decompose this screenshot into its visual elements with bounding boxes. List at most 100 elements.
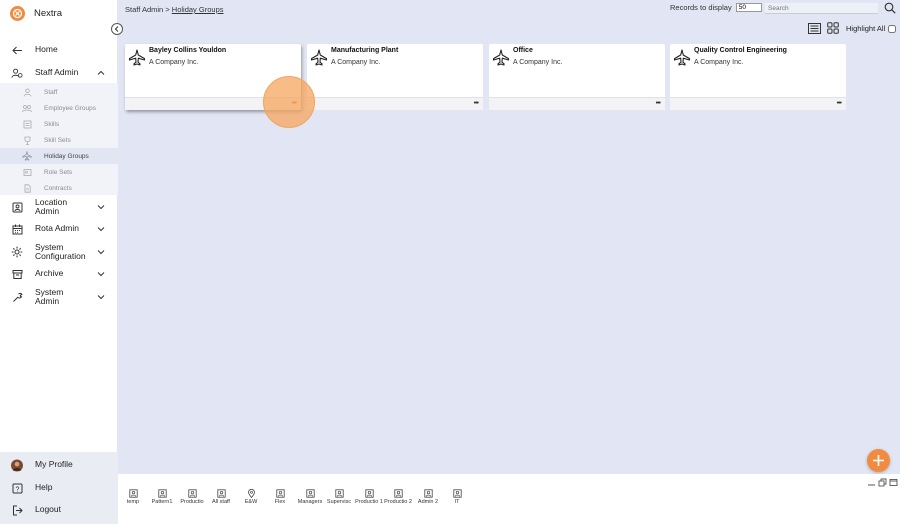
add-button[interactable]	[867, 449, 890, 472]
nav-rota-admin-label: Rota Admin	[35, 223, 79, 234]
nav-staff-admin-label: Staff Admin	[35, 67, 79, 78]
breadcrumb-current[interactable]: Holiday Groups	[172, 5, 224, 14]
pattern-label: Admin 2	[417, 499, 439, 505]
nav-my-profile-label: My Profile	[35, 459, 73, 470]
id-badge-icon	[216, 489, 226, 498]
pattern-item[interactable]: Supervisc	[324, 489, 354, 506]
pattern-item[interactable]: Productio 2	[383, 489, 413, 506]
highlight-all-label: Highlight All	[846, 24, 886, 33]
pattern-item[interactable]: Admin 2	[413, 489, 443, 506]
id-badge-icon	[452, 489, 462, 498]
pattern-label: Productio 1	[355, 499, 383, 505]
brand[interactable]: Nextra	[10, 5, 62, 21]
sub-item-staff[interactable]: Staff	[0, 84, 118, 100]
airplane-icon	[310, 49, 328, 66]
chevron-down-icon	[97, 295, 105, 300]
sub-item-employee-groups[interactable]: Employee Groups	[0, 100, 118, 116]
more-options-icon[interactable]: •••	[292, 100, 297, 108]
sub-item-skills[interactable]: Skills	[0, 116, 118, 132]
sub-item-label: Skill Sets	[44, 136, 71, 144]
nav-rota-admin[interactable]: Rota Admin	[0, 222, 118, 236]
minimize-icon[interactable]	[867, 478, 876, 487]
airplane-icon	[128, 49, 146, 66]
card-footer: •••	[670, 97, 846, 110]
search-icon[interactable]	[884, 2, 896, 14]
id-badge-icon	[423, 489, 433, 498]
people-icon	[11, 67, 23, 79]
pattern-item[interactable]: IT	[442, 489, 472, 506]
nav-my-profile[interactable]: My Profile	[0, 458, 118, 472]
holiday-group-card[interactable]: Quality Control Engineering A Company In…	[670, 44, 846, 110]
pattern-item[interactable]: All staff	[206, 489, 236, 506]
nav-logout[interactable]: Logout	[0, 503, 118, 517]
highlight-all[interactable]: Highlight All	[846, 24, 897, 33]
id-badge-icon	[393, 489, 403, 498]
sub-item-label: Contracts	[44, 184, 72, 192]
records-label: Records to display	[670, 3, 732, 12]
list-view-icon[interactable]	[808, 23, 821, 34]
nav-system-admin[interactable]: System Admin	[0, 287, 118, 307]
airplane-icon	[22, 151, 32, 161]
holiday-group-card[interactable]: Bayley Collins Youldon A Company Inc. ••…	[125, 44, 301, 110]
staff-admin-submenu: Staff Employee Groups Skills Skill Sets …	[0, 83, 118, 195]
nav-logout-label: Logout	[35, 504, 61, 515]
pattern-label: Supervisc	[326, 499, 352, 505]
nav-help[interactable]: ? Help	[0, 481, 118, 495]
nav-home-label: Home	[35, 44, 58, 55]
svg-text:?: ?	[15, 486, 19, 493]
id-card-icon	[22, 167, 32, 177]
sub-item-label: Staff	[44, 88, 58, 96]
logout-icon	[11, 504, 23, 516]
nav-location-admin[interactable]: Location Admin	[0, 197, 118, 217]
records-to-display: Records to display	[670, 3, 762, 12]
pattern-label: Productio 2	[384, 499, 412, 505]
more-options-icon[interactable]: •••	[474, 100, 479, 108]
pattern-item[interactable]: Productio	[177, 489, 207, 506]
grid-view-icon[interactable]	[827, 22, 839, 34]
location-badge-icon	[11, 201, 23, 213]
nav-archive[interactable]: Archive	[0, 267, 118, 281]
calendar-icon	[11, 223, 23, 235]
highlight-all-checkbox[interactable]	[888, 24, 897, 33]
nav-home[interactable]: Home	[0, 43, 118, 57]
pattern-item[interactable]: Productio 1	[354, 489, 384, 506]
arrow-left-icon	[11, 44, 23, 56]
airplane-icon	[492, 49, 510, 66]
help-icon: ?	[11, 482, 23, 494]
nav-system-configuration[interactable]: System Configuration	[0, 242, 118, 262]
card-title: Office	[513, 47, 533, 54]
chevron-down-icon	[97, 250, 105, 255]
pattern-item[interactable]: Flex	[265, 489, 295, 506]
maximize-icon[interactable]	[889, 478, 898, 487]
archive-box-icon	[11, 268, 23, 280]
nav-staff-admin[interactable]: Staff Admin	[0, 65, 118, 81]
pattern-label: E&W	[244, 499, 258, 505]
sub-item-holiday-groups[interactable]: Holiday Groups	[0, 148, 118, 164]
id-badge-icon	[275, 489, 285, 498]
pattern-item[interactable]: E&W	[236, 489, 266, 506]
pattern-item[interactable]: temp	[118, 489, 148, 506]
breadcrumb-separator: >	[165, 5, 170, 14]
app-name: Nextra	[34, 7, 62, 19]
nav-location-admin-label: Location Admin	[35, 196, 68, 216]
chevron-down-icon	[97, 272, 105, 277]
holiday-group-card[interactable]: Office A Company Inc. •••	[489, 44, 665, 110]
records-input[interactable]	[735, 3, 762, 12]
sub-item-skill-sets[interactable]: Skill Sets	[0, 132, 118, 148]
card-subtitle: A Company Inc.	[331, 59, 381, 66]
pattern-item[interactable]: Managers	[295, 489, 325, 506]
restore-icon[interactable]	[878, 478, 887, 487]
more-options-icon[interactable]: •••	[837, 100, 842, 108]
sub-item-contracts[interactable]: Contracts	[0, 180, 118, 196]
collapse-sidebar-button[interactable]	[111, 23, 123, 35]
list-icon	[22, 119, 32, 129]
airplane-icon	[673, 49, 691, 66]
search-input[interactable]	[765, 3, 878, 14]
breadcrumb-parent[interactable]: Staff Admin	[125, 5, 163, 14]
more-options-icon[interactable]: •••	[656, 100, 661, 108]
sub-item-role-sets[interactable]: Role Sets	[0, 164, 118, 180]
holiday-group-card[interactable]: Manufacturing Plant A Company Inc. •••	[307, 44, 483, 110]
avatar	[11, 459, 23, 471]
pattern-item[interactable]: Pattern1	[147, 489, 177, 506]
nav-help-label: Help	[35, 482, 53, 493]
